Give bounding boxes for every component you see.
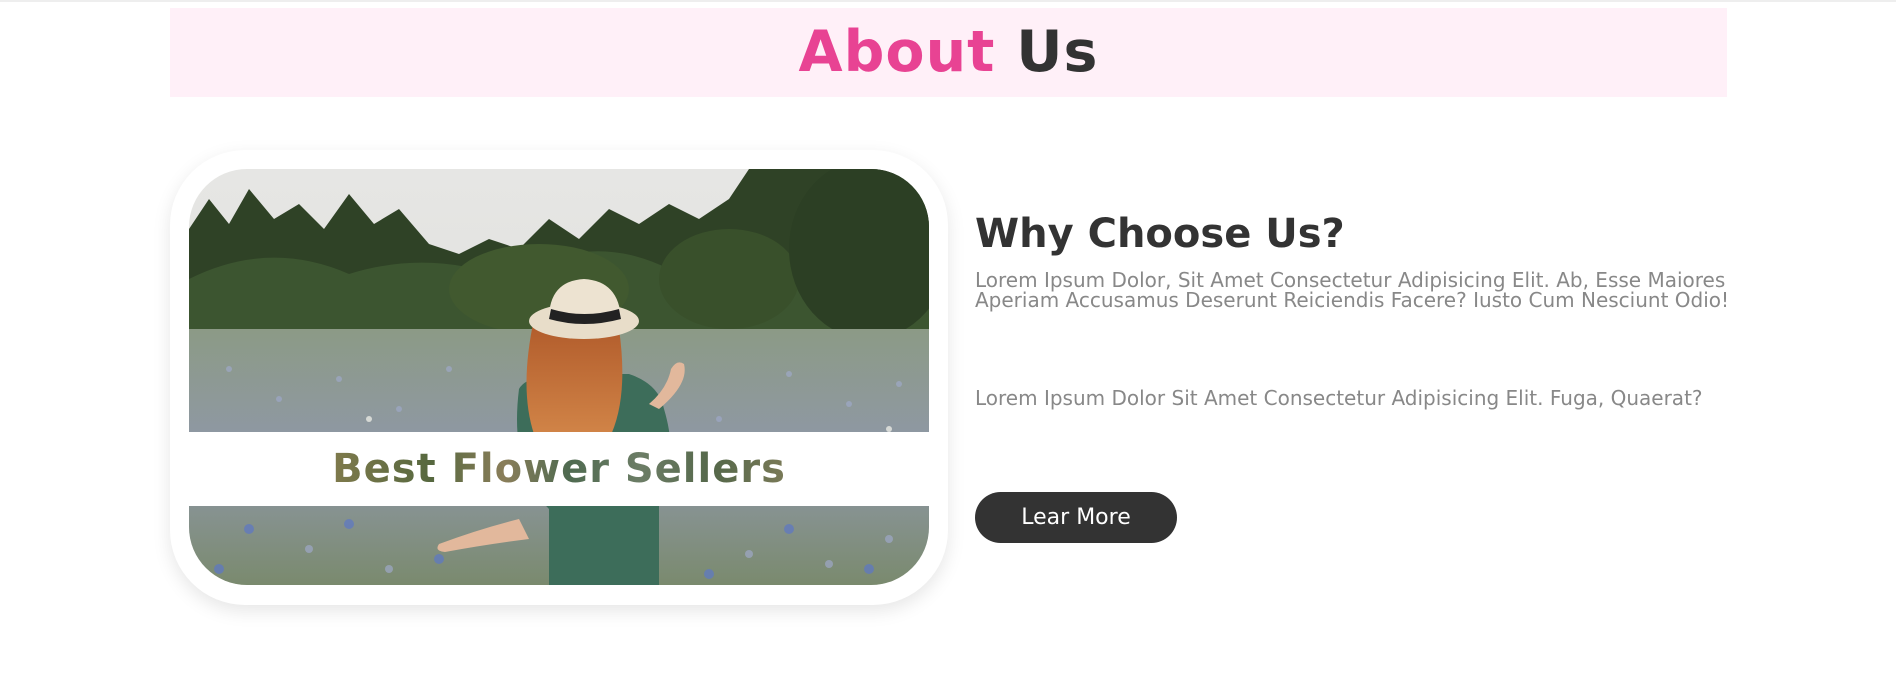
about-image-card: Best Flower Sellers [170, 150, 948, 605]
learn-more-button[interactable]: Lear More [975, 492, 1177, 543]
section-title: About Us [799, 24, 1099, 81]
why-choose-content: Why Choose Us? Lorem Ipsum Dolor, Sit Am… [975, 210, 1735, 408]
image-caption: Best Flower Sellers [332, 446, 786, 492]
flower-field-photo: Best Flower Sellers [189, 169, 929, 585]
section-title-accent: About [798, 19, 996, 85]
content-paragraph-1: Lorem Ipsum Dolor, Sit Amet Consectetur … [975, 268, 1730, 312]
section-header-banner: About Us [170, 8, 1727, 97]
caption-band: Best Flower Sellers [189, 432, 929, 506]
flower-field-illustration [189, 169, 929, 585]
top-divider [0, 0, 1896, 2]
about-section: About Us Best Flower Sellers Why Choose … [0, 0, 1896, 673]
content-heading: Why Choose Us? [975, 211, 1345, 257]
content-paragraph-2: Lorem Ipsum Dolor Sit Amet Consectetur A… [975, 386, 1703, 410]
section-title-main: Us [1016, 19, 1099, 85]
